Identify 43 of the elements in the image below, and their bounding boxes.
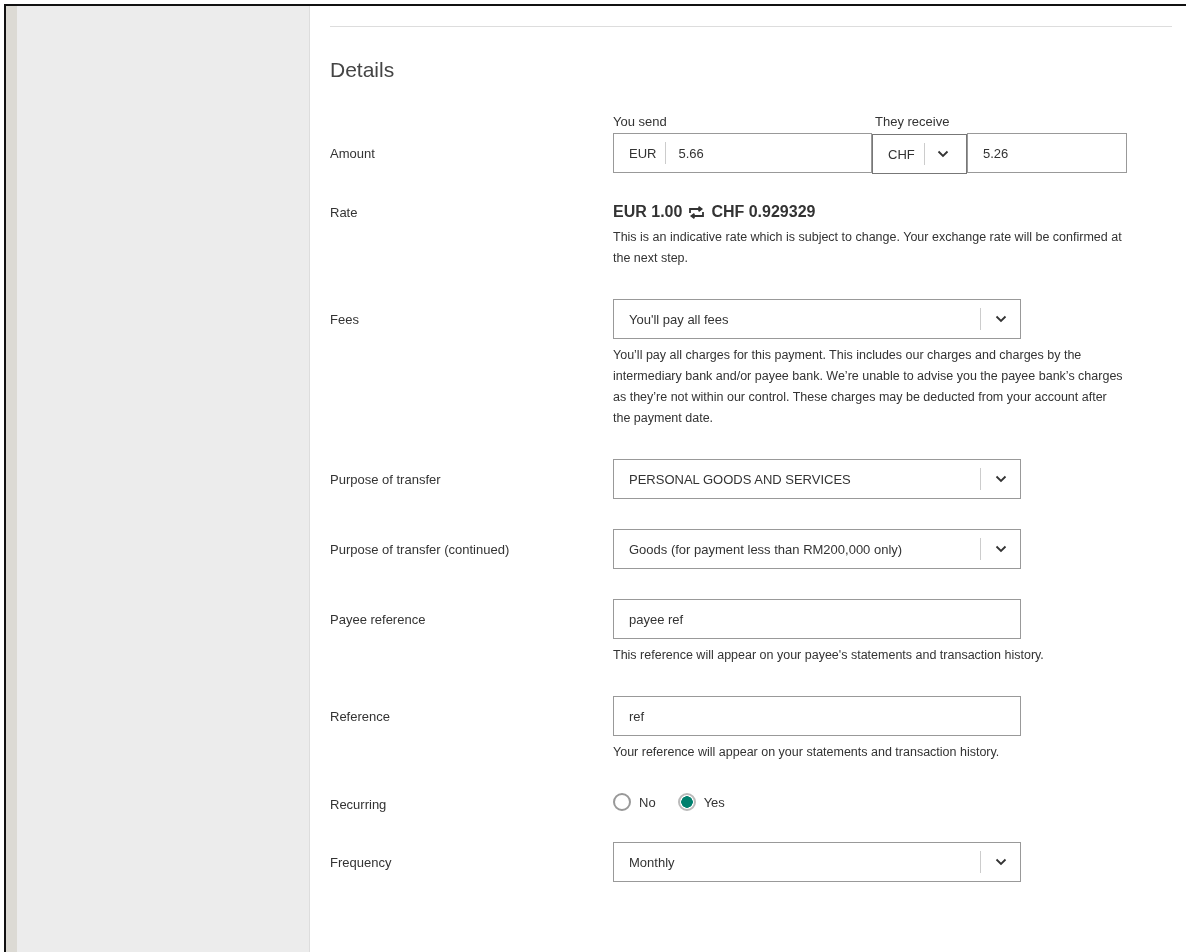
amount-value: 5.26	[983, 145, 1009, 161]
dropdown-field[interactable]: Goods (for payment less than RM200,000 only)	[613, 529, 1021, 569]
radio-label: No	[639, 794, 656, 810]
radio-label: Yes	[703, 794, 725, 810]
radio-button[interactable]	[677, 793, 696, 811]
field-label: Purpose of transfer (continued)	[330, 541, 511, 559]
chevron-down-icon	[995, 315, 1007, 323]
rate-text: EUR 1.00	[613, 203, 683, 221]
field-label: Fees	[330, 311, 360, 329]
chevron-down-icon	[995, 545, 1007, 553]
radio-option[interactable]: No	[613, 793, 656, 811]
amount-field[interactable]: 5.26	[967, 133, 1127, 173]
rate-text: CHF 0.929329	[711, 203, 816, 221]
dropdown-field[interactable]: Monthly	[613, 842, 1021, 882]
text-input-field[interactable]: ref	[613, 696, 1021, 736]
help-text: This reference will appear on your payee's statements and transaction history.	[613, 647, 1045, 664]
text-input-field[interactable]: payee ref	[613, 599, 1021, 639]
currency-dropdown[interactable]: CHF	[872, 134, 967, 174]
help-text: Your reference will appear on your statements and transaction history.	[613, 744, 1001, 761]
currency-code: CHF	[888, 146, 915, 162]
dropdown-field[interactable]: You'll pay all fees	[613, 299, 1021, 339]
amount-field[interactable]: EUR 5.66	[613, 133, 872, 173]
field-label: Frequency	[330, 854, 393, 872]
field-label: Reference	[330, 708, 391, 726]
chevron-down-icon	[936, 150, 949, 158]
swap-arrows-icon	[689, 205, 705, 219]
field-label: Rate	[330, 204, 359, 222]
amount-value: 5.66	[678, 145, 704, 161]
field-label: Recurring	[330, 796, 388, 812]
currency-code: EUR	[629, 145, 657, 161]
field-caption: They receive	[875, 114, 950, 131]
help-text: This is an indicative rate which is subject to change. Your exchange rate will be confirmed at the next step.	[613, 229, 1123, 267]
chevron-down-icon	[995, 475, 1007, 483]
radio-option[interactable]: Yes	[677, 793, 725, 811]
help-text: You’ll pay all charges for this payment. This includes our charges and charges by the intermediary bank and/or payee bank. We’re unable to advise you the payee bank’s charges as they’re not within our control. These charges may be deducted from your account after the payment date.	[613, 347, 1123, 427]
field-caption: You send	[613, 114, 668, 131]
chevron-down-icon	[995, 858, 1007, 866]
radio-button[interactable]	[613, 793, 631, 811]
section-title: Details	[330, 58, 396, 82]
dropdown-field[interactable]: PERSONAL GOODS AND SERVICES	[613, 459, 1021, 499]
field-label: Purpose of transfer	[330, 471, 442, 489]
field-label: Amount	[330, 145, 376, 163]
field-label: Payee reference	[330, 611, 427, 629]
